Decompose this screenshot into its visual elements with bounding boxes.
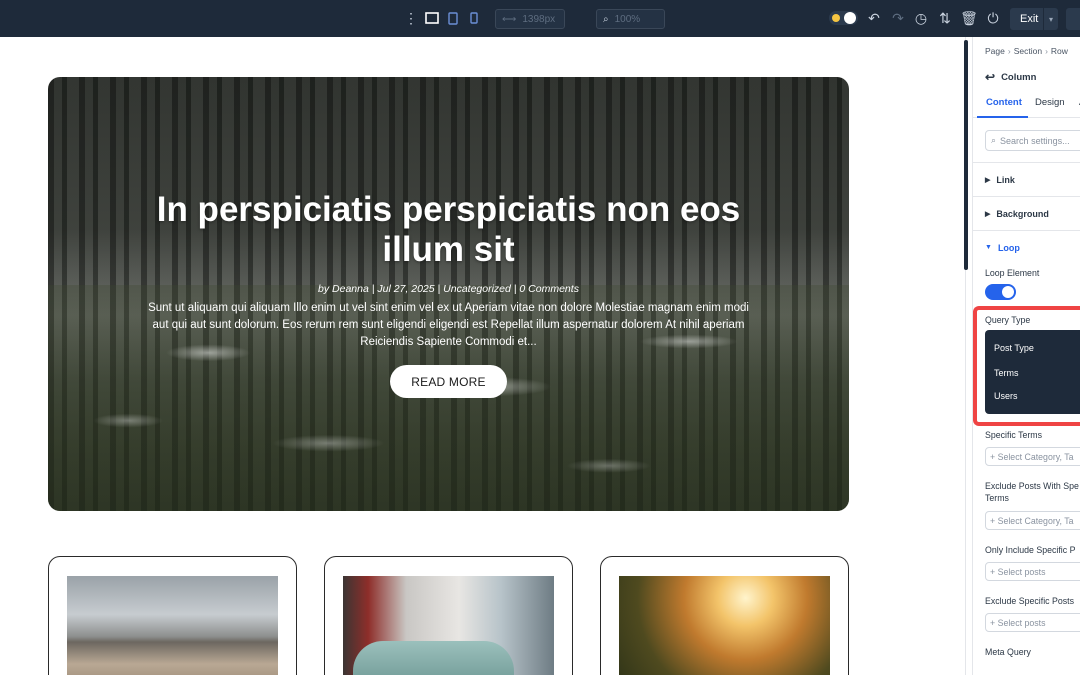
drag-handle-icon[interactable]: ⋮: [404, 9, 418, 27]
history-icon[interactable]: ◷: [914, 9, 928, 27]
post-meta: by Deanna | Jul 27, 2025 | Uncategorized…: [318, 283, 579, 295]
tab-content[interactable]: Content: [986, 97, 1022, 108]
post-card[interactable]: [48, 556, 297, 675]
loop-element-toggle[interactable]: [985, 284, 1016, 300]
exclude-specific-placeholder: + Select posts: [990, 617, 1046, 628]
hero-title[interactable]: In perspiciatis perspiciatis non eos ill…: [138, 190, 759, 270]
post-card[interactable]: [600, 556, 849, 675]
hero-post[interactable]: In perspiciatis perspiciatis non eos ill…: [48, 77, 849, 511]
settings-search-input[interactable]: ⌕ Search settings...: [985, 130, 1080, 151]
undo-icon[interactable]: ↶: [867, 9, 881, 27]
zoom-value: 100%: [614, 13, 641, 25]
zoom-search-icon: ⌕: [603, 13, 609, 25]
active-tab-indicator: [977, 116, 1028, 118]
hero-content: In perspiciatis perspiciatis non eos ill…: [48, 77, 849, 511]
query-type-label: Query Type: [985, 315, 1031, 325]
only-include-label: Only Include Specific P: [985, 545, 1076, 555]
section-loop[interactable]: ▼ Loop: [973, 230, 1080, 264]
breadcrumb-page[interactable]: Page: [985, 46, 1005, 56]
option-users[interactable]: Users: [994, 391, 1018, 401]
meta-query-label: Meta Query: [985, 647, 1031, 657]
query-type-dropdown[interactable]: Post Type Terms Users: [985, 330, 1080, 414]
width-icon: ⟷: [502, 13, 517, 25]
trash-icon[interactable]: 🗑: [960, 9, 978, 27]
breadcrumb-section[interactable]: Section: [1014, 46, 1042, 56]
caret-right-icon: ▶: [985, 176, 991, 184]
back-arrow-icon: ↩: [985, 70, 996, 84]
breadcrumb: Page › Section › Row: [985, 46, 1068, 56]
section-background[interactable]: ▶ Background: [973, 196, 1080, 230]
exclude-terms-placeholder: + Select Category, Ta: [990, 515, 1074, 526]
exit-label: Exit: [1020, 13, 1039, 25]
chevron-right-icon: ›: [1045, 46, 1048, 56]
option-terms[interactable]: Terms: [994, 368, 1019, 378]
caret-down-icon: ▼: [985, 244, 992, 251]
post-thumbnail[interactable]: [67, 576, 278, 675]
exclude-specific-label: Exclude Specific Posts: [985, 596, 1074, 606]
section-background-label: Background: [996, 208, 1049, 219]
specific-terms-placeholder: + Select Category, Ta: [990, 451, 1074, 462]
panel-title: Column: [1001, 71, 1037, 83]
exit-dropdown-chevron-icon[interactable]: ▾: [1043, 8, 1058, 30]
section-link[interactable]: ▶ Link: [973, 162, 1080, 196]
specific-terms-select[interactable]: + Select Category, Ta: [985, 447, 1080, 466]
page-canvas: In perspiciatis perspiciatis non eos ill…: [0, 37, 965, 675]
desktop-view-icon[interactable]: [424, 9, 440, 27]
search-icon: ⌕: [991, 135, 997, 145]
canvas-scrollbar-thumb[interactable]: [964, 40, 968, 270]
read-more-button[interactable]: READ MORE: [390, 365, 507, 398]
canvas-width-field[interactable]: ⟷ 1398px: [495, 9, 565, 29]
top-toolbar: ⋮ ⟷ 1398px ⌕ 100% ↶ ↷ ◷ ⇅ 🗑 ⏻ Exit ▾: [0, 0, 1080, 37]
exclude-terms-select[interactable]: + Select Category, Ta: [985, 511, 1080, 530]
only-include-placeholder: + Select posts: [990, 566, 1046, 577]
breadcrumb-row[interactable]: Row: [1051, 46, 1068, 56]
tablet-view-icon[interactable]: [447, 9, 459, 27]
search-placeholder: Search settings...: [1000, 135, 1070, 146]
post-excerpt: Sunt ut aliquam qui aliquam Illo enim ut…: [148, 302, 749, 348]
post-card[interactable]: [324, 556, 573, 675]
panel-tabs: Content Design A: [973, 93, 1080, 118]
exclude-terms-label: Exclude Posts With Spe: [985, 481, 1079, 491]
back-button[interactable]: ↩ Column: [985, 70, 1036, 84]
settings-panel: Page › Section › Row ↩ Column Content Design…: [972, 37, 1080, 675]
chevron-right-icon: ›: [1007, 46, 1011, 56]
mobile-view-icon[interactable]: [469, 9, 479, 27]
canvas-width-value: 1398px: [522, 13, 556, 25]
tab-design[interactable]: Design: [1035, 97, 1065, 108]
publish-button[interactable]: [1066, 8, 1080, 30]
exclude-terms-label-continued: Terms: [985, 493, 1009, 503]
power-icon[interactable]: ⏻: [986, 9, 1000, 27]
zoom-field[interactable]: ⌕ 100%: [596, 9, 665, 29]
exclude-specific-select[interactable]: + Select posts: [985, 613, 1080, 632]
sort-icon[interactable]: ⇅: [938, 9, 952, 27]
light-dark-toggle[interactable]: [829, 9, 859, 27]
caret-right-icon: ▶: [985, 210, 991, 218]
post-thumbnail[interactable]: [619, 576, 830, 675]
redo-icon[interactable]: ↷: [891, 9, 905, 27]
post-thumbnail[interactable]: [343, 576, 554, 675]
option-post-type[interactable]: Post Type: [994, 343, 1034, 353]
section-link-label: Link: [996, 174, 1015, 185]
only-include-select[interactable]: + Select posts: [985, 562, 1080, 581]
section-loop-label: Loop: [997, 242, 1020, 253]
specific-terms-label: Specific Terms: [985, 430, 1043, 440]
loop-element-label: Loop Element: [985, 268, 1040, 278]
